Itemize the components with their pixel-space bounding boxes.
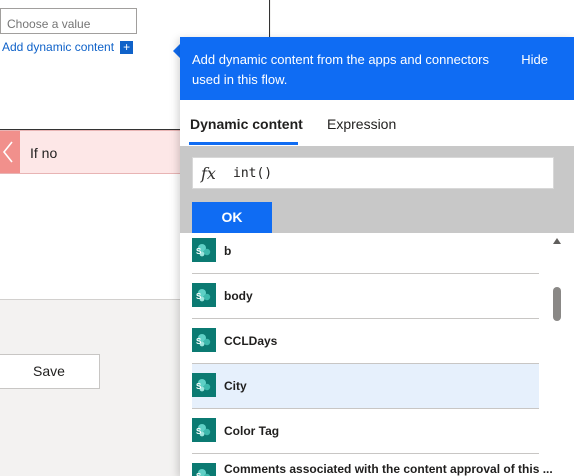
expression-box: fx [192,157,554,189]
branch-card [0,174,200,300]
active-tab-indicator [189,142,298,145]
ok-button[interactable]: OK [192,202,272,233]
item-label: Color Tag [224,424,280,438]
item-label: City [224,379,247,393]
panel-header-text: Add dynamic content from the apps and co… [192,52,490,87]
card-background [271,0,574,38]
list-item[interactable]: S body [192,274,539,319]
item-label: CCLDays [224,334,278,348]
dynamic-content-panel: Add dynamic content from the apps and co… [180,37,574,476]
expression-input[interactable] [233,163,543,183]
svg-text:S: S [196,337,202,346]
sharepoint-icon: S [192,463,216,476]
list-item[interactable]: S Color Tag [192,409,539,454]
hide-button[interactable]: Hide [521,52,548,67]
list-item[interactable]: S b [192,233,539,274]
choose-value-input[interactable] [0,8,137,34]
panel-header: Add dynamic content from the apps and co… [180,37,574,100]
sharepoint-icon: S [192,238,216,262]
sharepoint-icon: S [192,283,216,307]
svg-text:S: S [196,382,202,391]
list-item[interactable]: S CCLDays [192,319,539,364]
scrollbar-thumb[interactable] [553,287,561,321]
item-label: b [224,244,232,258]
svg-text:S: S [196,292,202,301]
svg-text:S: S [196,247,202,256]
tab-dynamic-content[interactable]: Dynamic content [190,116,303,132]
list-item[interactable]: S Comments associated with the content a… [192,454,553,476]
sharepoint-icon: S [192,328,216,352]
if-no-tab [0,131,20,173]
add-dynamic-content-label: Add dynamic content [2,40,115,54]
dynamic-content-list: S b S body S CCLDays S City S Color Tag … [180,233,574,476]
plus-icon: + [120,40,134,54]
tab-expression[interactable]: Expression [327,116,396,132]
if-no-label: If no [30,145,58,161]
expression-area: fx OK [180,146,574,233]
close-icon [2,141,13,163]
item-label: body [224,289,253,303]
fx-icon: fx [201,164,216,183]
svg-text:S: S [196,427,202,436]
add-dynamic-content-link[interactable]: Add dynamic content + [2,40,134,54]
scroll-up-arrow-icon[interactable] [553,238,561,244]
sharepoint-icon: S [192,373,216,397]
sharepoint-icon: S [192,418,216,442]
list-item-selected[interactable]: S City [192,364,539,409]
panel-tabs: Dynamic content Expression [180,100,574,146]
item-label: Comments associated with the content app… [224,462,553,476]
svg-text:S: S [196,472,202,476]
save-button[interactable]: Save [0,354,100,389]
